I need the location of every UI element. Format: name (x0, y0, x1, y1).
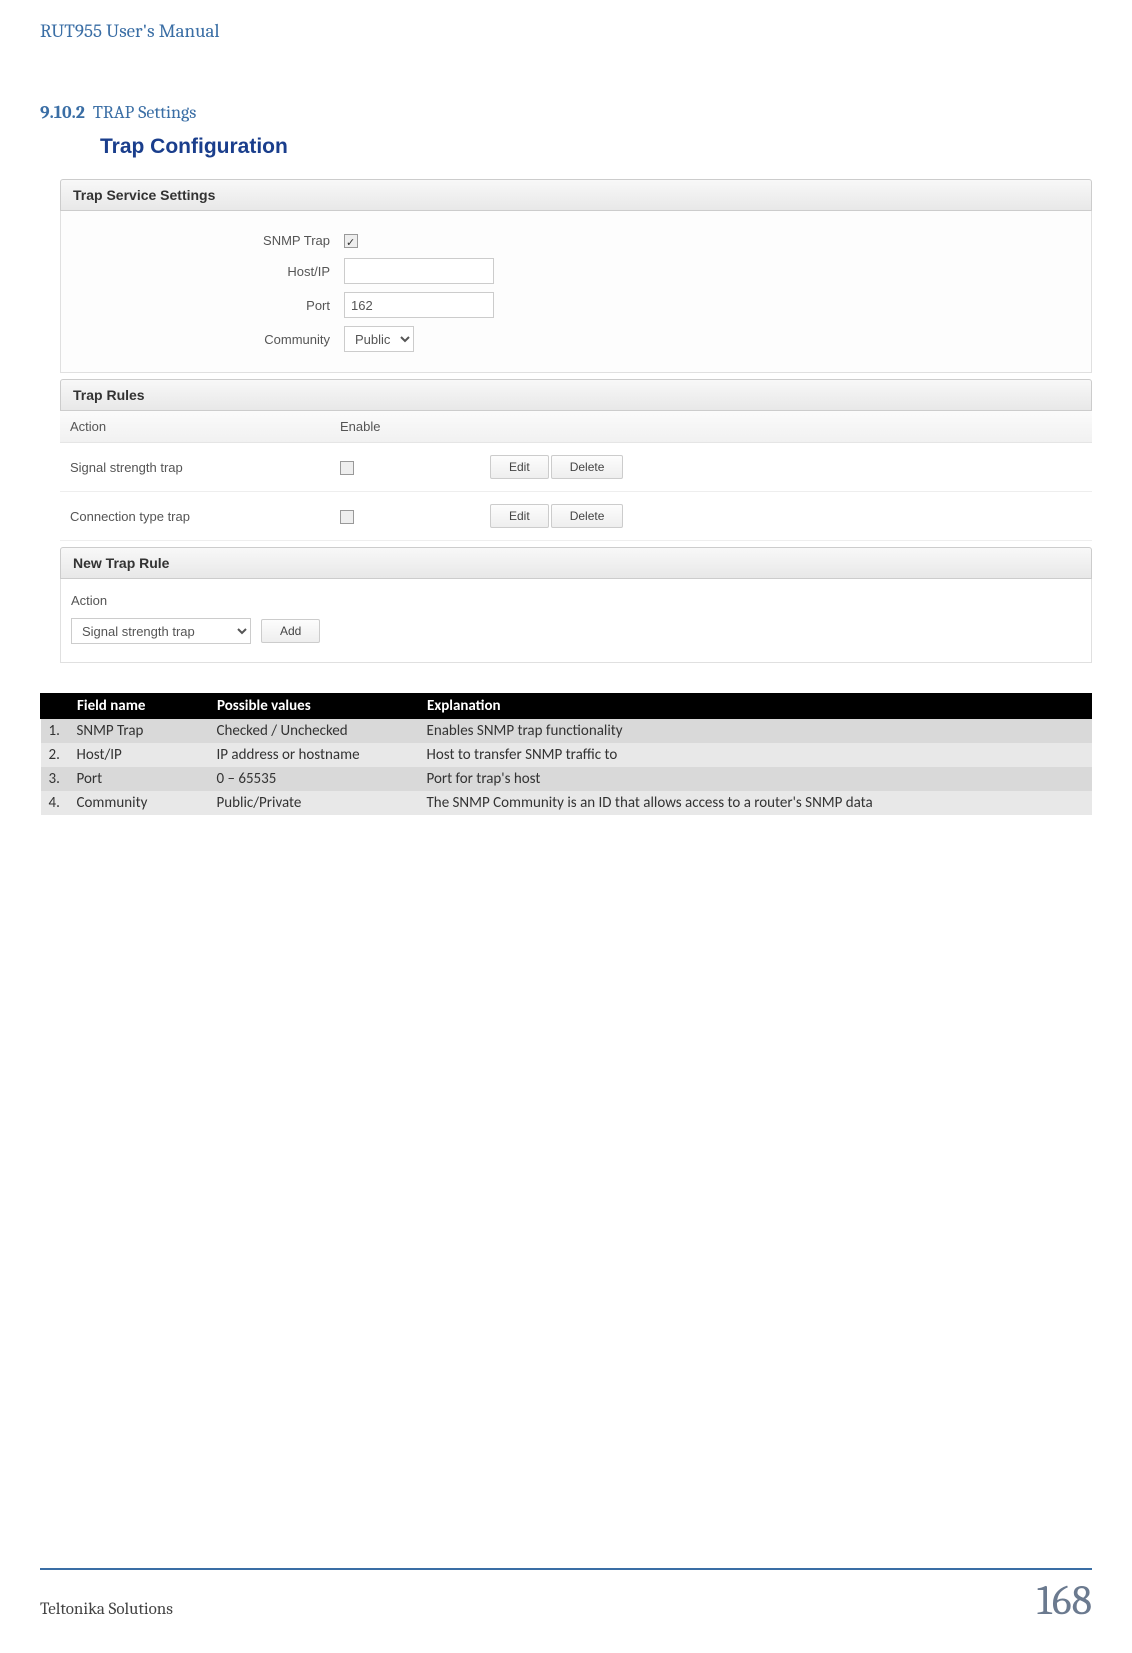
host-input[interactable] (344, 258, 494, 284)
trap-rules-header: Trap Rules (60, 379, 1092, 411)
ui-screenshot: Trap Configuration Trap Service Settings… (60, 135, 1092, 663)
table-row: Signal strength trap EditDelete (60, 443, 1092, 492)
row-field: Port (69, 767, 209, 791)
snmp-trap-checkbox[interactable] (344, 234, 358, 248)
row-field: Host/IP (69, 743, 209, 767)
port-label: Port (69, 298, 344, 313)
section-title: TRAP Settings (93, 102, 197, 123)
add-button[interactable]: Add (261, 619, 320, 643)
document-title: RUT955 User's Manual (40, 20, 1092, 42)
rule-enable-checkbox[interactable] (340, 461, 354, 475)
rule-name: Signal strength trap (70, 460, 340, 475)
th-num (41, 694, 69, 719)
row-values: Checked / Unchecked (209, 719, 419, 744)
row-values: Public/Private (209, 791, 419, 815)
community-label: Community (69, 332, 344, 347)
page-number: 168 (1037, 1576, 1092, 1625)
row-num: 2. (41, 743, 69, 767)
row-expl: Port for trap's host (419, 767, 1092, 791)
delete-button[interactable]: Delete (551, 504, 624, 528)
service-settings-body: SNMP Trap Host/IP Port Community Public (60, 211, 1092, 373)
page-footer: Teltonika Solutions 168 (40, 1568, 1092, 1625)
row-num: 4. (41, 791, 69, 815)
host-label: Host/IP (69, 264, 344, 279)
table-row: 3. Port 0 – 65535 Port for trap's host (41, 767, 1092, 791)
section-number: 9.10.2 (40, 102, 85, 123)
rule-name: Connection type trap (70, 509, 340, 524)
table-row: 4. Community Public/Private The SNMP Com… (41, 791, 1092, 815)
page-title: Trap Configuration (100, 135, 1092, 159)
row-field: Community (69, 791, 209, 815)
row-field: SNMP Trap (69, 719, 209, 744)
th-values: Possible values (209, 694, 419, 719)
rules-col-enable: Enable (340, 419, 1082, 434)
new-rule-col-action: Action (71, 587, 1081, 618)
snmp-trap-label: SNMP Trap (69, 233, 344, 248)
rules-col-action: Action (70, 419, 340, 434)
service-settings-header: Trap Service Settings (60, 179, 1092, 211)
section-heading: 9.10.2 TRAP Settings (40, 102, 1092, 123)
row-num: 1. (41, 719, 69, 744)
community-select[interactable]: Public (344, 326, 414, 352)
footer-company: Teltonika Solutions (40, 1600, 173, 1619)
fields-table: Field name Possible values Explanation 1… (40, 693, 1092, 815)
new-rule-body: Action Signal strength trap Add (60, 579, 1092, 663)
table-row: 1. SNMP Trap Checked / Unchecked Enables… (41, 719, 1092, 744)
row-values: IP address or hostname (209, 743, 419, 767)
edit-button[interactable]: Edit (490, 504, 549, 528)
new-rule-select[interactable]: Signal strength trap (71, 618, 251, 644)
table-row: 2. Host/IP IP address or hostname Host t… (41, 743, 1092, 767)
trap-rules-panel: Action Enable Signal strength trap EditD… (60, 411, 1092, 541)
table-row: Connection type trap EditDelete (60, 492, 1092, 541)
row-expl: Host to transfer SNMP traffic to (419, 743, 1092, 767)
delete-button[interactable]: Delete (551, 455, 624, 479)
row-values: 0 – 65535 (209, 767, 419, 791)
th-field: Field name (69, 694, 209, 719)
row-num: 3. (41, 767, 69, 791)
row-expl: The SNMP Community is an ID that allows … (419, 791, 1092, 815)
rule-enable-checkbox[interactable] (340, 510, 354, 524)
port-input[interactable] (344, 292, 494, 318)
th-expl: Explanation (419, 694, 1092, 719)
edit-button[interactable]: Edit (490, 455, 549, 479)
new-rule-header: New Trap Rule (60, 547, 1092, 579)
row-expl: Enables SNMP trap functionality (419, 719, 1092, 744)
